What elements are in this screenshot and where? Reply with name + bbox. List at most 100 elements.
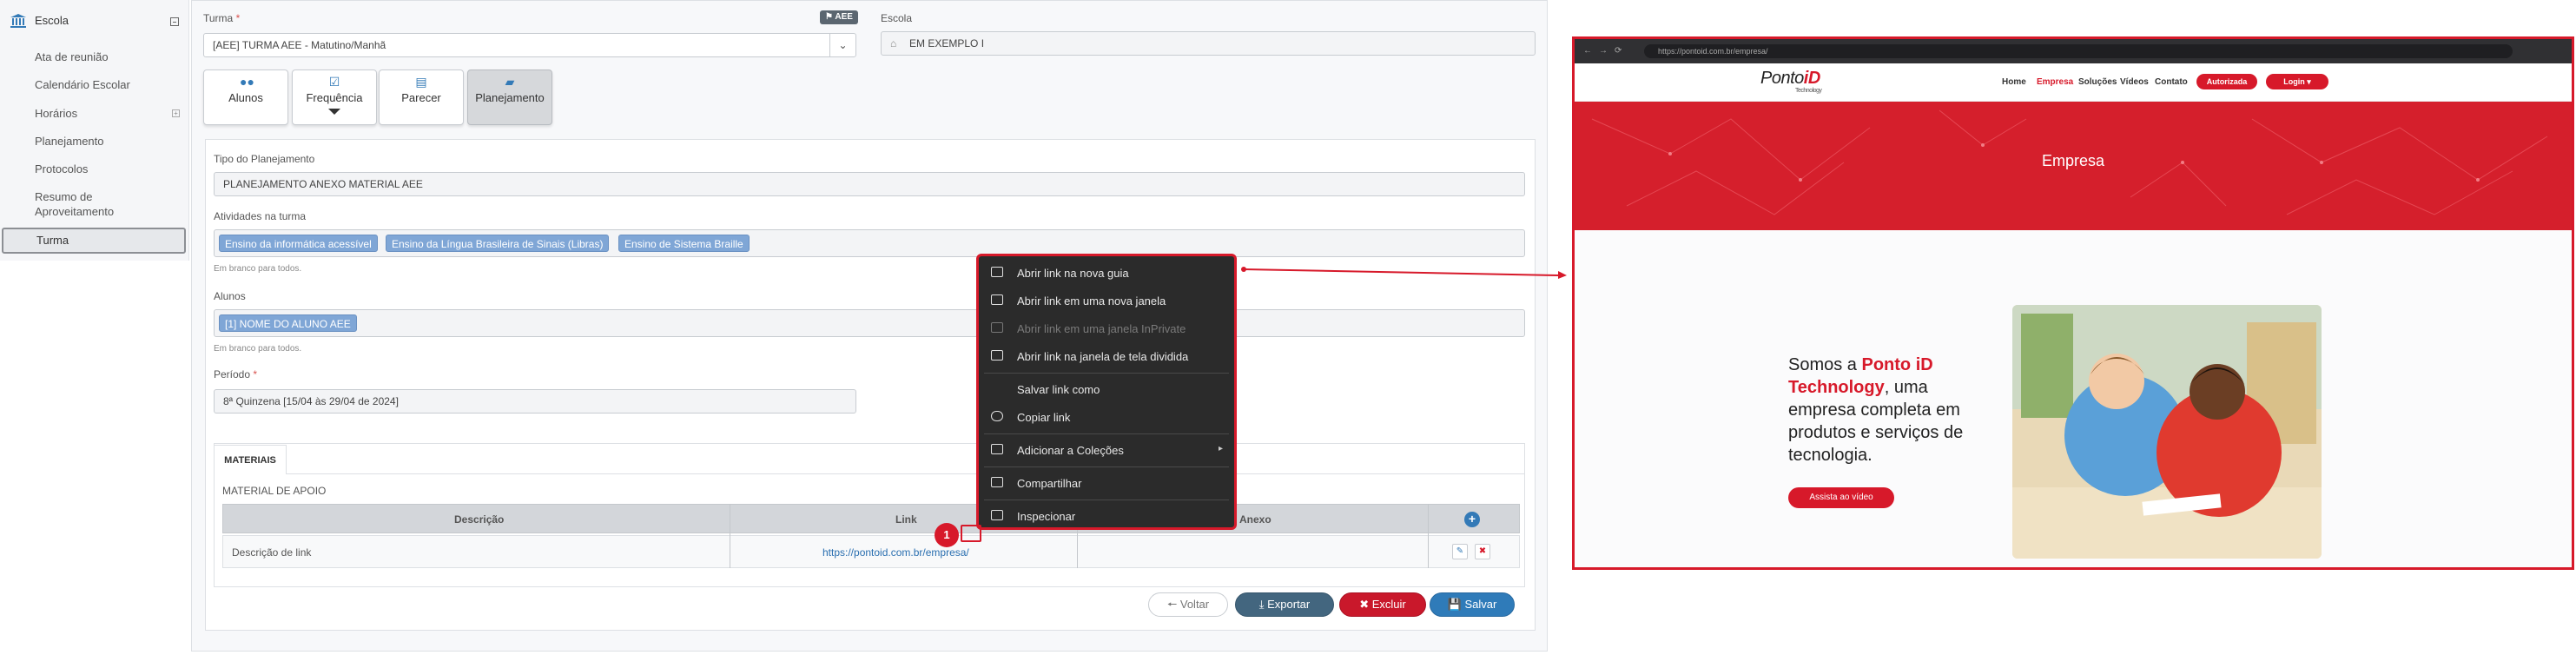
menu-item-inspect[interactable]: Inspecionar bbox=[979, 503, 1234, 529]
tipo-field[interactable]: PLANEJAMENTO ANEXO MATERIAL AEE bbox=[214, 172, 1525, 196]
chip-atividade[interactable]: Ensino da informática acessível bbox=[219, 235, 378, 252]
tab-frequencia[interactable]: ☑ Frequência bbox=[292, 69, 377, 125]
menu-item-open-new-window[interactable]: Abrir link em uma nova janela bbox=[979, 288, 1234, 314]
menu-item-save-link[interactable]: Salvar link como bbox=[979, 376, 1234, 402]
site-navbar: PontoiD Technology Home Empresa Soluções… bbox=[1575, 63, 2572, 102]
login-button[interactable]: Login ▾ bbox=[2266, 74, 2328, 89]
tab-materiais[interactable]: MATERIAIS bbox=[214, 445, 287, 474]
window-icon bbox=[991, 294, 1003, 305]
escola-field: ⌂ EM EXEMPLO I bbox=[881, 31, 1536, 56]
collections-icon bbox=[991, 444, 1003, 454]
menu-item-open-inprivate: Abrir link em uma janela InPrivate bbox=[979, 315, 1234, 341]
cell-descricao: Descrição de link bbox=[232, 546, 312, 559]
caret-down-icon bbox=[328, 109, 340, 115]
menu-separator bbox=[984, 373, 1229, 374]
table-row: Descrição de link https://pontoid.com.br… bbox=[222, 535, 1520, 568]
file-icon: ▤ bbox=[415, 75, 427, 89]
chevron-down-icon[interactable]: ⌄ bbox=[829, 34, 855, 56]
menu-item-open-new-tab[interactable]: Abrir link na nova guia bbox=[979, 260, 1234, 286]
watch-video-button[interactable]: Assista ao vídeo bbox=[1788, 487, 1894, 508]
pontoid-logo[interactable]: PontoiD Technology bbox=[1760, 69, 1822, 94]
users-icon: ●● bbox=[240, 75, 254, 89]
exportar-button[interactable]: ⤓ Exportar bbox=[1235, 592, 1334, 617]
nav-solucoes[interactable]: Soluções bbox=[2078, 77, 2117, 87]
hero-banner: Empresa bbox=[1575, 102, 2572, 230]
autorizada-button[interactable]: Autorizada bbox=[2196, 74, 2257, 89]
nav-contato[interactable]: Contato bbox=[2155, 77, 2188, 87]
tab-planejamento[interactable]: ▰ Planejamento bbox=[467, 69, 552, 125]
sidebar-item-resumo[interactable]: Resumo de bbox=[35, 190, 92, 204]
inprivate-icon bbox=[991, 322, 1003, 333]
menu-item-split-screen[interactable]: Abrir link na janela de tela dividida bbox=[979, 343, 1234, 369]
escola-value: EM EXEMPLO I bbox=[909, 37, 985, 50]
column-header: Anexo bbox=[1239, 513, 1271, 526]
inspect-icon bbox=[991, 510, 1003, 520]
step-marker: 1 bbox=[935, 523, 959, 547]
context-menu: Abrir link na nova guia Abrir link em um… bbox=[976, 254, 1237, 530]
split-screen-icon bbox=[991, 350, 1003, 361]
turma-select[interactable]: [AEE] TURMA AEE - Matutino/Manhã ⌄ bbox=[203, 33, 856, 57]
voltar-button[interactable]: 🠔 Voltar bbox=[1148, 592, 1228, 617]
sidebar-item-horarios[interactable]: Horários bbox=[35, 107, 77, 121]
add-row-button[interactable]: + bbox=[1464, 512, 1480, 527]
excluir-button[interactable]: ✖ Excluir bbox=[1339, 592, 1426, 617]
expand-icon[interactable]: + bbox=[172, 109, 180, 117]
chip-atividade[interactable]: Ensino de Sistema Braille bbox=[618, 235, 750, 252]
tab-alunos[interactable]: ●● Alunos bbox=[203, 69, 288, 125]
cell-link[interactable]: https://pontoid.com.br/empresa/ bbox=[822, 546, 969, 559]
alunos-label: Alunos bbox=[214, 290, 246, 302]
sidebar-item-resumo-cont[interactable]: Aproveitamento bbox=[35, 205, 114, 219]
sidebar: Escola Ata de reunião Calendário Escolar… bbox=[0, 0, 189, 261]
sidebar-item-calendario[interactable]: Calendário Escolar bbox=[35, 78, 130, 92]
menu-item-add-collections[interactable]: Adicionar a Coleções ▸ bbox=[979, 437, 1234, 463]
atividades-label: Atividades na turma bbox=[214, 210, 307, 222]
material-apoio-label: MATERIAL DE APOIO bbox=[222, 485, 327, 497]
nav-empresa[interactable]: Empresa bbox=[2037, 77, 2073, 87]
column-header: Link bbox=[895, 513, 917, 526]
nav-home[interactable]: Home bbox=[2002, 77, 2026, 87]
chip-aluno[interactable]: [1] NOME DO ALUNO AEE bbox=[219, 314, 357, 332]
turma-value: [AEE] TURMA AEE - Matutino/Manhã bbox=[213, 39, 386, 51]
book-icon: ▰ bbox=[505, 75, 515, 89]
classroom-photo bbox=[2012, 305, 2322, 559]
tab-icon bbox=[991, 267, 1003, 277]
divider bbox=[214, 473, 1525, 474]
periodo-field[interactable]: 8ª Quinzena [15/04 às 29/04 de 2024] bbox=[214, 389, 856, 414]
menu-separator bbox=[984, 433, 1229, 434]
column-divider bbox=[1428, 504, 1429, 568]
sidebar-section-escola[interactable]: Escola bbox=[0, 7, 189, 35]
nav-videos[interactable]: Vídeos bbox=[2120, 77, 2149, 87]
aee-badge: ⚑ AEE bbox=[820, 10, 858, 24]
hint-text: Em branco para todos. bbox=[214, 344, 302, 354]
sidebar-item-ata[interactable]: Ata de reunião bbox=[35, 50, 109, 64]
cursor-highlight bbox=[961, 525, 981, 542]
salvar-button[interactable]: 💾 Salvar bbox=[1430, 592, 1515, 617]
hint-text: Em branco para todos. bbox=[214, 264, 302, 274]
sidebar-item-turma[interactable]: Turma bbox=[2, 228, 186, 254]
check-square-icon: ☑ bbox=[328, 75, 340, 89]
browser-toolbar: ←→⟳ https://pontoid.com.br/empresa/ bbox=[1575, 39, 2572, 63]
sidebar-item-planejamento[interactable]: Planejamento bbox=[35, 135, 104, 149]
hero-title: Empresa bbox=[2041, 152, 2105, 169]
edit-icon[interactable]: ✎ bbox=[1452, 544, 1468, 559]
link-icon bbox=[991, 411, 1003, 421]
headline-text: Somos a Ponto iD Technology, uma empresa… bbox=[1788, 355, 1964, 465]
turma-label: Turma * bbox=[203, 12, 241, 24]
address-bar[interactable]: https://pontoid.com.br/empresa/ bbox=[1644, 44, 2513, 58]
chevron-right-icon: ▸ bbox=[1219, 444, 1224, 453]
menu-item-copy-link[interactable]: Copiar link bbox=[979, 404, 1234, 430]
menu-item-share[interactable]: Compartilhar bbox=[979, 470, 1234, 496]
sidebar-item-protocolos[interactable]: Protocolos bbox=[35, 162, 88, 176]
trash-icon[interactable]: ✖ bbox=[1475, 544, 1490, 559]
table-header: Descrição Link Anexo bbox=[222, 504, 1520, 533]
chip-atividade[interactable]: Ensino da Língua Brasileira de Sinais (L… bbox=[386, 235, 610, 252]
collapse-icon[interactable] bbox=[170, 17, 179, 26]
sidebar-section-label: Escola bbox=[35, 14, 69, 27]
tab-parecer[interactable]: ▤ Parecer bbox=[379, 69, 464, 125]
bank-icon bbox=[10, 14, 26, 28]
menu-separator bbox=[984, 466, 1229, 467]
tipo-label: Tipo do Planejamento bbox=[214, 153, 315, 165]
escola-label: Escola bbox=[881, 12, 913, 24]
alunos-field[interactable] bbox=[214, 309, 1525, 337]
arrow-connector bbox=[1241, 267, 1567, 279]
